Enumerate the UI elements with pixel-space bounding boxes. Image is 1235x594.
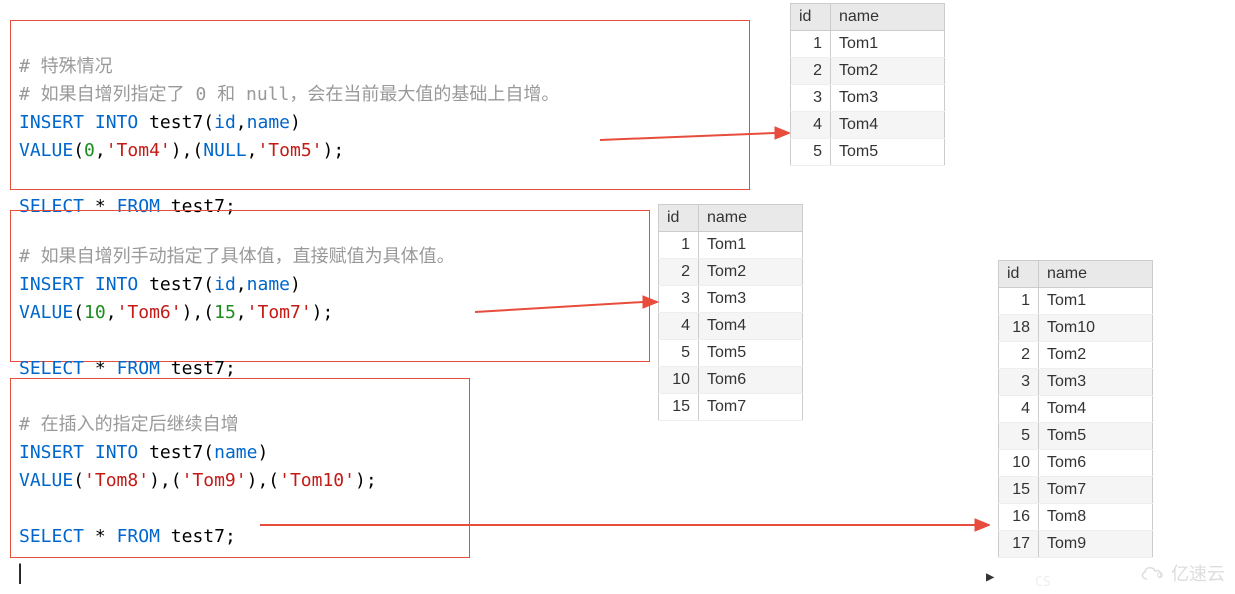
number: 0 (84, 140, 95, 161)
keyword: FROM (117, 526, 160, 547)
string: 'Tom9' (182, 470, 247, 491)
column-header: name (1039, 261, 1153, 288)
table-row: 15Tom7 (659, 394, 803, 421)
code-block-1: # 特殊情况 # 如果自增列指定了 0 和 null，会在当前最大值的基础上自增… (10, 20, 750, 190)
string: 'Tom4' (106, 140, 171, 161)
table-row: 4Tom4 (791, 112, 945, 139)
string: 'Tom6' (117, 302, 182, 323)
table-row: 3Tom3 (999, 369, 1153, 396)
keyword: INSERT (19, 112, 84, 133)
column-header: id (791, 4, 831, 31)
result-table-1: id name 1Tom1 2Tom2 3Tom3 4Tom4 5Tom5 (790, 3, 945, 166)
table-header-row: id name (791, 4, 945, 31)
comment-line: # 在插入的指定后继续自增 (19, 414, 239, 435)
table-row: 4Tom4 (999, 396, 1153, 423)
cs-mark: CS (1035, 575, 1051, 590)
arrow-icon (260, 515, 990, 535)
keyword: VALUE (19, 140, 73, 161)
result-table-2: id name 1Tom1 2Tom2 3Tom3 4Tom4 5Tom5 10… (658, 204, 803, 421)
string: 'Tom7' (247, 302, 312, 323)
cloud-icon (1139, 563, 1167, 583)
keyword: VALUE (19, 470, 73, 491)
number: 15 (214, 302, 236, 323)
arrow-icon (475, 292, 660, 322)
table-row: 5Tom5 (659, 340, 803, 367)
column-header: id (999, 261, 1039, 288)
keyword: id (214, 274, 236, 295)
watermark-text: 亿速云 (1171, 560, 1225, 586)
keyword: INTO (95, 442, 138, 463)
table-row: 1Tom1 (659, 232, 803, 259)
watermark: 亿速云 (1139, 560, 1225, 586)
comment-line: # 如果自增列手动指定了具体值，直接赋值为具体值。 (19, 246, 455, 267)
comment-line: # 如果自增列指定了 0 和 null，会在当前最大值的基础上自增。 (19, 84, 559, 105)
table-row: 5Tom5 (791, 139, 945, 166)
column-header: name (699, 205, 803, 232)
table-row: 2Tom2 (659, 259, 803, 286)
ident: test7 (149, 112, 203, 133)
arrow-icon (600, 115, 790, 145)
string: 'Tom8' (84, 470, 149, 491)
keyword: VALUE (19, 302, 73, 323)
table-row: 5Tom5 (999, 423, 1153, 450)
table-header-row: id name (999, 261, 1153, 288)
table-row: 3Tom3 (659, 286, 803, 313)
number: 10 (84, 302, 106, 323)
table-row: 1Tom1 (791, 31, 945, 58)
result-table-3: id name 1Tom1 18Tom10 2Tom2 3Tom3 4Tom4 … (998, 260, 1153, 558)
table-row: 17Tom9 (999, 531, 1153, 558)
text-cursor: | (14, 560, 26, 584)
keyword: id (214, 112, 236, 133)
table-row: 4Tom4 (659, 313, 803, 340)
table-row: 18Tom10 (999, 315, 1153, 342)
code-block-2: # 如果自增列手动指定了具体值，直接赋值为具体值。 INSERT INTO te… (10, 210, 650, 362)
ident: test7 (149, 274, 203, 295)
ident: test7 (171, 526, 225, 547)
string: 'Tom5' (257, 140, 322, 161)
keyword: INTO (95, 274, 138, 295)
keyword: name (247, 112, 290, 133)
keyword: NULL (203, 140, 246, 161)
ident: test7 (171, 358, 225, 379)
keyword: name (247, 274, 290, 295)
table-row: 2Tom2 (791, 58, 945, 85)
table-header-row: id name (659, 205, 803, 232)
table-row: 3Tom3 (791, 85, 945, 112)
table-row: 16Tom8 (999, 504, 1153, 531)
keyword: INTO (95, 112, 138, 133)
row-pointer-icon: ▶ (986, 569, 994, 585)
table-row: 15Tom7 (999, 477, 1153, 504)
table-row: 10Tom6 (659, 367, 803, 394)
keyword: INSERT (19, 442, 84, 463)
table-row: 2Tom2 (999, 342, 1153, 369)
table-row: 1Tom1 (999, 288, 1153, 315)
keyword: FROM (117, 358, 160, 379)
table-row: 10Tom6 (999, 450, 1153, 477)
keyword: INSERT (19, 274, 84, 295)
comment-line: # 特殊情况 (19, 56, 113, 77)
string: 'Tom10' (279, 470, 355, 491)
ident: test7 (149, 442, 203, 463)
column-header: name (831, 4, 945, 31)
keyword: name (214, 442, 257, 463)
column-header: id (659, 205, 699, 232)
keyword: SELECT (19, 526, 84, 547)
keyword: SELECT (19, 358, 84, 379)
